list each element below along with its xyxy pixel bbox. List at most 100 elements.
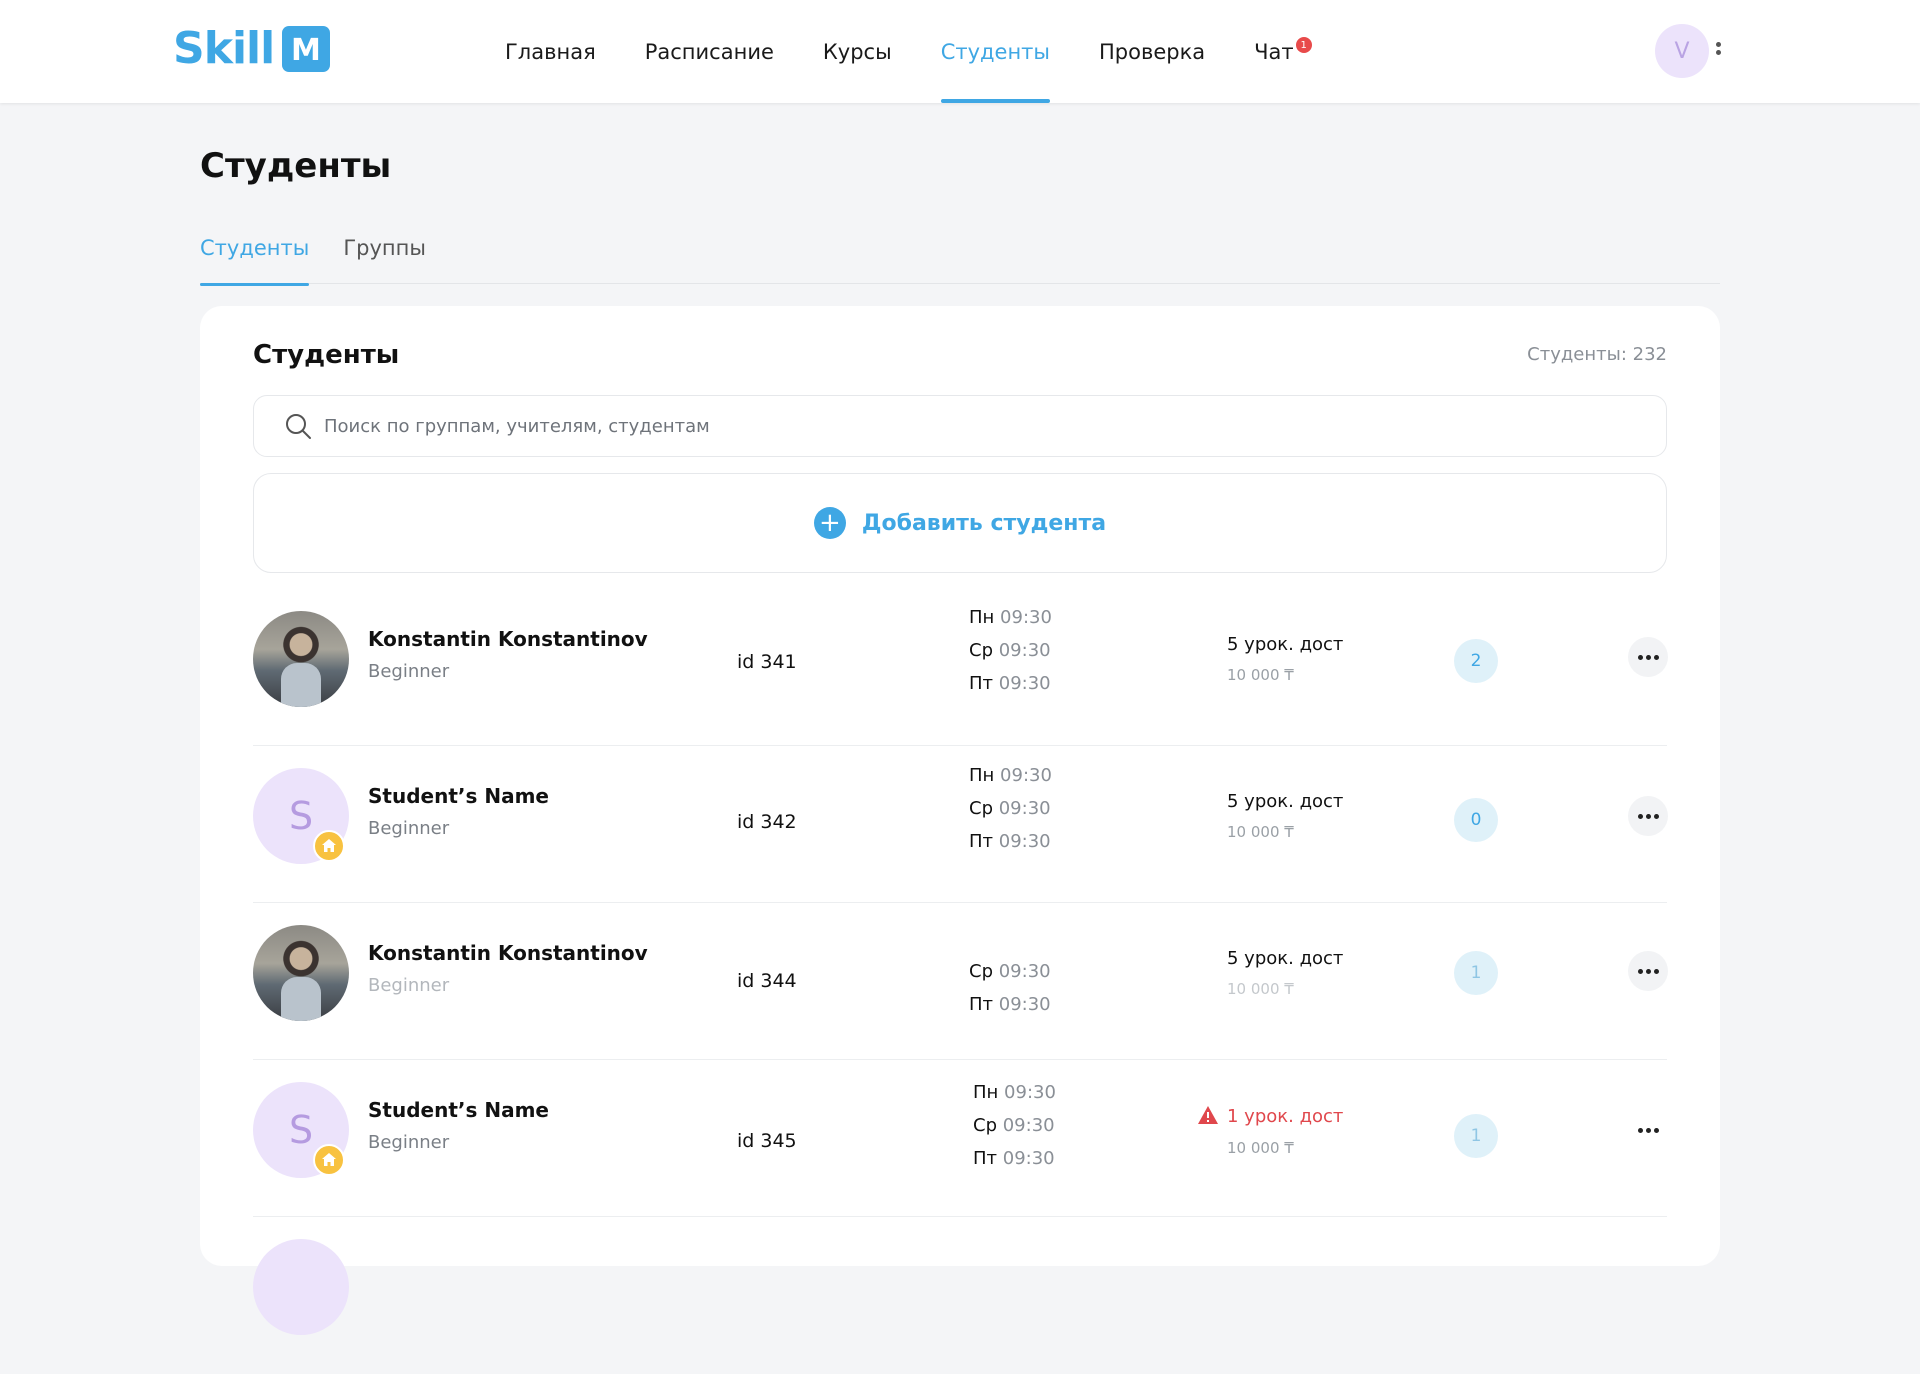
top-bar: Skill M Главная Расписание Курсы Студент… bbox=[0, 0, 1920, 103]
schedule-time: 09:30 bbox=[998, 994, 1051, 1015]
count-badge: 2 bbox=[1454, 639, 1498, 683]
schedule-time: 09:30 bbox=[1002, 1148, 1055, 1169]
price: 10 000 ₸ bbox=[1227, 1139, 1294, 1157]
student-id: id 341 bbox=[737, 651, 797, 673]
schedule-day: Пн bbox=[973, 1082, 999, 1103]
schedule-day: Ср bbox=[969, 961, 993, 982]
student-row[interactable]: Konstantin Konstantinov Beginner id 344 … bbox=[253, 903, 1668, 1060]
schedule-time: 09:30 bbox=[998, 640, 1051, 661]
schedule-day: Пн bbox=[969, 607, 995, 628]
schedule: Пн 09:30 Ср 09:30 Пт 09:30 bbox=[969, 601, 1052, 700]
student-row[interactable]: S Student’s Name Beginner id 345 Пн 09:3… bbox=[253, 1060, 1667, 1217]
student-name: Konstantin Konstantinov bbox=[368, 627, 648, 651]
student-name: Student’s Name bbox=[368, 784, 549, 808]
nav-label: Главная bbox=[505, 39, 596, 64]
nav-item-chat[interactable]: Чат 1 bbox=[1254, 0, 1312, 103]
schedule-day: Пт bbox=[969, 994, 994, 1015]
home-icon bbox=[313, 830, 345, 862]
count-badge: 1 bbox=[1454, 1114, 1498, 1158]
sub-tabs: Студенты Группы bbox=[200, 230, 1720, 286]
logo-mark: M bbox=[282, 26, 331, 72]
student-row[interactable] bbox=[253, 1217, 1667, 1374]
student-id: id 342 bbox=[737, 811, 797, 833]
schedule-day: Пт bbox=[969, 831, 994, 852]
student-level: Beginner bbox=[368, 1132, 450, 1153]
student-row[interactable]: S Student’s Name Beginner id 342 Пн 09:3… bbox=[253, 746, 1668, 903]
nav-item-courses[interactable]: Курсы bbox=[823, 0, 892, 103]
schedule-time: 09:30 bbox=[998, 831, 1051, 852]
main-nav: Главная Расписание Курсы Студенты Провер… bbox=[505, 0, 1343, 103]
schedule-time: 09:30 bbox=[998, 673, 1051, 694]
student-level: Beginner bbox=[368, 975, 450, 996]
schedule-day: Пт bbox=[969, 673, 994, 694]
lessons-available: 1 урок. дост bbox=[1227, 1106, 1344, 1127]
tab-students[interactable]: Студенты bbox=[200, 230, 310, 286]
schedule-time: 09:30 bbox=[1000, 607, 1052, 628]
schedule-day: Пн bbox=[969, 765, 995, 786]
students-card: Студенты Студенты: 232 + Добавить студен… bbox=[200, 306, 1720, 1335]
count-badge: 1 bbox=[1454, 951, 1498, 995]
students-count: Студенты: 232 bbox=[1527, 344, 1667, 365]
nav-item-students[interactable]: Студенты bbox=[940, 0, 1051, 103]
add-student-button[interactable]: + Добавить студента bbox=[253, 473, 1667, 573]
schedule: Пн 09:30 Ср 09:30 Пт 09:30 bbox=[969, 759, 1052, 858]
lessons-available: 5 урок. дост bbox=[1227, 948, 1344, 969]
schedule-day: Ср bbox=[969, 640, 993, 661]
students-list: Konstantin Konstantinov Beginner id 341 … bbox=[253, 589, 1668, 1374]
student-id: id 344 bbox=[737, 970, 797, 992]
student-id: id 345 bbox=[737, 1130, 797, 1152]
search-icon bbox=[286, 414, 311, 439]
more-options-button[interactable] bbox=[1628, 951, 1668, 991]
more-options-button[interactable] bbox=[1628, 796, 1668, 836]
search-box bbox=[253, 395, 1667, 457]
more-options-button[interactable] bbox=[1628, 1110, 1668, 1150]
schedule-day: Ср bbox=[973, 1115, 997, 1136]
avatar bbox=[253, 1239, 349, 1335]
user-menu-icon[interactable] bbox=[1713, 42, 1723, 62]
schedule-time: 09:30 bbox=[1000, 765, 1052, 786]
avatar bbox=[253, 611, 349, 707]
avatar bbox=[253, 925, 349, 1021]
price: 10 000 ₸ bbox=[1227, 980, 1294, 998]
nav-item-schedule[interactable]: Расписание bbox=[645, 0, 774, 103]
schedule-day: Пт bbox=[973, 1148, 998, 1169]
schedule-time: 09:30 bbox=[1002, 1115, 1055, 1136]
lessons-available: 5 урок. дост bbox=[1227, 634, 1344, 655]
nav-label: Чат bbox=[1254, 39, 1294, 64]
warning-icon bbox=[1198, 1106, 1218, 1124]
schedule-time: 09:30 bbox=[998, 961, 1051, 982]
count-badge: 0 bbox=[1454, 798, 1498, 842]
lessons-available: 5 урок. дост bbox=[1227, 791, 1344, 812]
schedule-time: 09:30 bbox=[1004, 1082, 1056, 1103]
nav-label: Расписание bbox=[644, 39, 774, 64]
user-avatar[interactable]: V bbox=[1655, 24, 1709, 78]
nav-label: Студенты bbox=[940, 39, 1050, 64]
logo-text: Skill bbox=[173, 23, 275, 74]
logo[interactable]: Skill M bbox=[173, 23, 331, 74]
schedule-time: 09:30 bbox=[998, 798, 1051, 819]
price: 10 000 ₸ bbox=[1227, 666, 1294, 684]
home-icon bbox=[313, 1144, 345, 1176]
schedule-day: Ср bbox=[969, 798, 993, 819]
student-row[interactable]: Konstantin Konstantinov Beginner id 341 … bbox=[253, 589, 1668, 746]
card-title: Студенты bbox=[253, 340, 400, 370]
more-options-button[interactable] bbox=[1628, 637, 1668, 677]
student-name: Konstantin Konstantinov bbox=[368, 941, 648, 965]
price: 10 000 ₸ bbox=[1227, 823, 1294, 841]
student-name: Student’s Name bbox=[368, 1098, 549, 1122]
chat-unread-badge: 1 bbox=[1295, 37, 1312, 53]
schedule: Ср 09:30 Пт 09:30 bbox=[969, 955, 1051, 1021]
student-level: Beginner bbox=[368, 661, 450, 682]
nav-label: Проверка bbox=[1099, 39, 1206, 64]
schedule: Пн 09:30 Ср 09:30 Пт 09:30 bbox=[973, 1076, 1056, 1175]
tab-groups[interactable]: Группы bbox=[343, 230, 426, 284]
add-student-label: Добавить студента bbox=[861, 510, 1107, 536]
search-input[interactable] bbox=[324, 415, 1624, 437]
page-title: Студенты bbox=[200, 146, 392, 186]
nav-label: Курсы bbox=[822, 39, 892, 64]
nav-item-home[interactable]: Главная bbox=[505, 0, 596, 103]
logo-letter: M bbox=[291, 33, 321, 68]
student-level: Beginner bbox=[368, 818, 450, 839]
nav-item-review[interactable]: Проверка bbox=[1099, 0, 1205, 103]
plus-icon: + bbox=[813, 507, 846, 539]
